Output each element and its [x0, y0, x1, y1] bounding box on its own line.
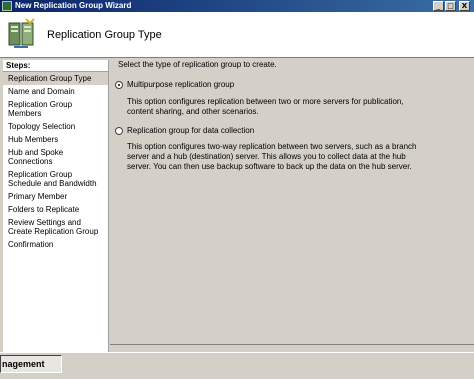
window-title: New Replication Group Wizard	[15, 1, 132, 10]
close-button[interactable]: X	[459, 1, 470, 11]
steps-panel: Steps: Replication Group Type Name and D…	[3, 60, 109, 352]
minimize-button[interactable]: _	[433, 1, 444, 11]
radio-multipurpose[interactable]	[115, 80, 123, 89]
option-data-collection-label[interactable]: Replication group for data collection	[127, 126, 254, 135]
page-title: Replication Group Type	[47, 29, 162, 41]
button-area-divider	[110, 344, 474, 352]
wizard-window: New Replication Group Wizard _ □ X Repli…	[0, 0, 474, 352]
intro-text: Select the type of replication group to …	[118, 60, 277, 69]
option-data-collection-description: This option configures two-way replicati…	[127, 142, 417, 171]
step-replication-group-type[interactable]: Replication Group Type	[3, 72, 108, 85]
wizard-header: Replication Group Type	[0, 12, 474, 58]
replication-wizard-icon	[8, 18, 35, 48]
step-folders-to-replicate[interactable]: Folders to Replicate	[3, 203, 108, 216]
step-confirmation[interactable]: Confirmation	[3, 238, 108, 251]
wizard-app-icon	[2, 1, 12, 11]
option-multipurpose-description: This option configures replication betwe…	[127, 97, 404, 116]
steps-heading: Steps:	[3, 60, 108, 72]
step-schedule-and-bandwidth[interactable]: Replication Group Schedule and Bandwidth	[3, 168, 108, 190]
radio-data-collection[interactable]	[115, 126, 123, 135]
step-replication-group-members[interactable]: Replication Group Members	[3, 98, 108, 120]
step-hub-and-spoke-connections[interactable]: Hub and Spoke Connections	[3, 146, 108, 168]
option-multipurpose[interactable]: Multipurpose replication group	[115, 80, 234, 89]
step-hub-members[interactable]: Hub Members	[3, 133, 108, 146]
step-name-and-domain[interactable]: Name and Domain	[3, 85, 108, 98]
option-data-collection[interactable]: Replication group for data collection	[115, 126, 254, 135]
maximize-button[interactable]: □	[445, 1, 456, 11]
taskbar-item[interactable]: nagement	[0, 355, 62, 373]
step-review-settings[interactable]: Review Settings and Create Replication G…	[3, 216, 108, 238]
content-pane: Select the type of replication group to …	[115, 60, 471, 344]
taskbar: nagement	[0, 352, 474, 379]
title-bar[interactable]: New Replication Group Wizard _ □ X	[0, 0, 474, 12]
step-primary-member[interactable]: Primary Member	[3, 190, 108, 203]
step-topology-selection[interactable]: Topology Selection	[3, 120, 108, 133]
option-multipurpose-label[interactable]: Multipurpose replication group	[127, 80, 234, 89]
